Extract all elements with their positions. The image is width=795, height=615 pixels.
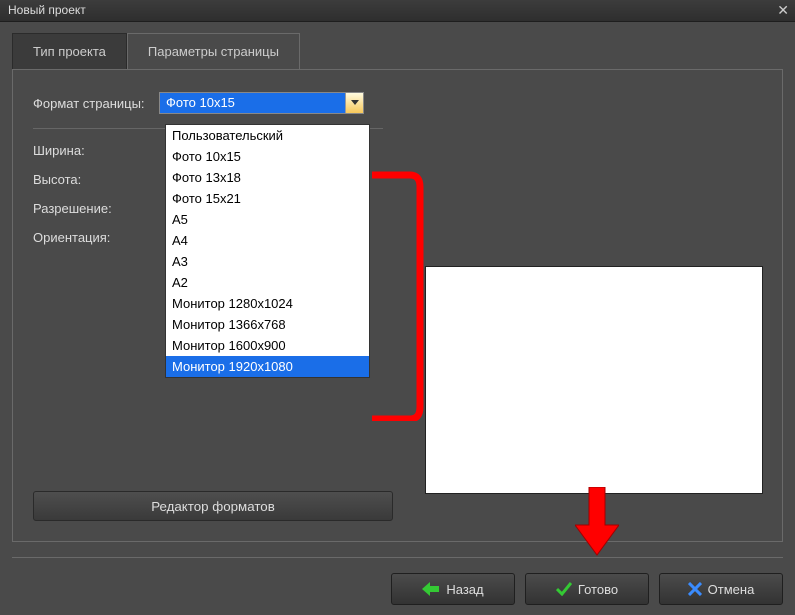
height-label: Высота:: [33, 172, 159, 187]
dropdown-item[interactable]: A4: [166, 230, 369, 251]
tabs: Тип проекта Параметры страницы: [0, 22, 795, 69]
dropdown-item[interactable]: Монитор 1366x768: [166, 314, 369, 335]
back-button[interactable]: Назад: [391, 573, 515, 605]
dropdown-item[interactable]: Фото 10x15: [166, 146, 369, 167]
dropdown-item[interactable]: Монитор 1920x1080: [166, 356, 369, 377]
dropdown-item[interactable]: Монитор 1600x900: [166, 335, 369, 356]
page-params-panel: Формат страницы: Фото 10x15 Ширина: Высо…: [12, 69, 783, 542]
dropdown-item[interactable]: Фото 15x21: [166, 188, 369, 209]
button-label: Назад: [446, 582, 483, 597]
format-editor-button[interactable]: Редактор форматов: [33, 491, 393, 521]
dialog-buttons: Назад Готово Отмена: [391, 558, 783, 605]
dropdown-item[interactable]: A3: [166, 251, 369, 272]
page-preview: [425, 266, 763, 494]
titlebar: Новый проект ✕: [0, 0, 795, 22]
dropdown-item[interactable]: Пользовательский: [166, 125, 369, 146]
done-button[interactable]: Готово: [525, 573, 649, 605]
page-format-label: Формат страницы:: [33, 96, 159, 111]
button-label: Редактор форматов: [151, 499, 275, 514]
tab-page-params[interactable]: Параметры страницы: [127, 33, 300, 70]
tab-project-type[interactable]: Тип проекта: [12, 33, 127, 69]
tab-label: Тип проекта: [33, 44, 106, 59]
width-label: Ширина:: [33, 143, 159, 158]
dropdown-item[interactable]: A5: [166, 209, 369, 230]
button-label: Отмена: [708, 582, 755, 597]
cross-icon: [688, 582, 702, 596]
page-format-selected: Фото 10x15: [160, 93, 345, 113]
resolution-label: Разрешение:: [33, 201, 159, 216]
dropdown-item[interactable]: A2: [166, 272, 369, 293]
combo-dropdown-button[interactable]: [345, 93, 363, 113]
dropdown-item[interactable]: Монитор 1280x1024: [166, 293, 369, 314]
orientation-label: Ориентация:: [33, 230, 159, 245]
check-icon: [556, 582, 572, 596]
window-title: Новый проект: [8, 3, 86, 17]
close-icon[interactable]: ✕: [777, 2, 789, 19]
button-label: Готово: [578, 582, 618, 597]
page-format-dropdown[interactable]: ПользовательскийФото 10x15Фото 13x18Фото…: [165, 124, 370, 378]
chevron-down-icon: [351, 100, 359, 106]
page-format-combo[interactable]: Фото 10x15: [159, 92, 364, 114]
arrow-left-icon: [422, 582, 440, 596]
dropdown-item[interactable]: Фото 13x18: [166, 167, 369, 188]
cancel-button[interactable]: Отмена: [659, 573, 783, 605]
tab-label: Параметры страницы: [148, 44, 279, 59]
